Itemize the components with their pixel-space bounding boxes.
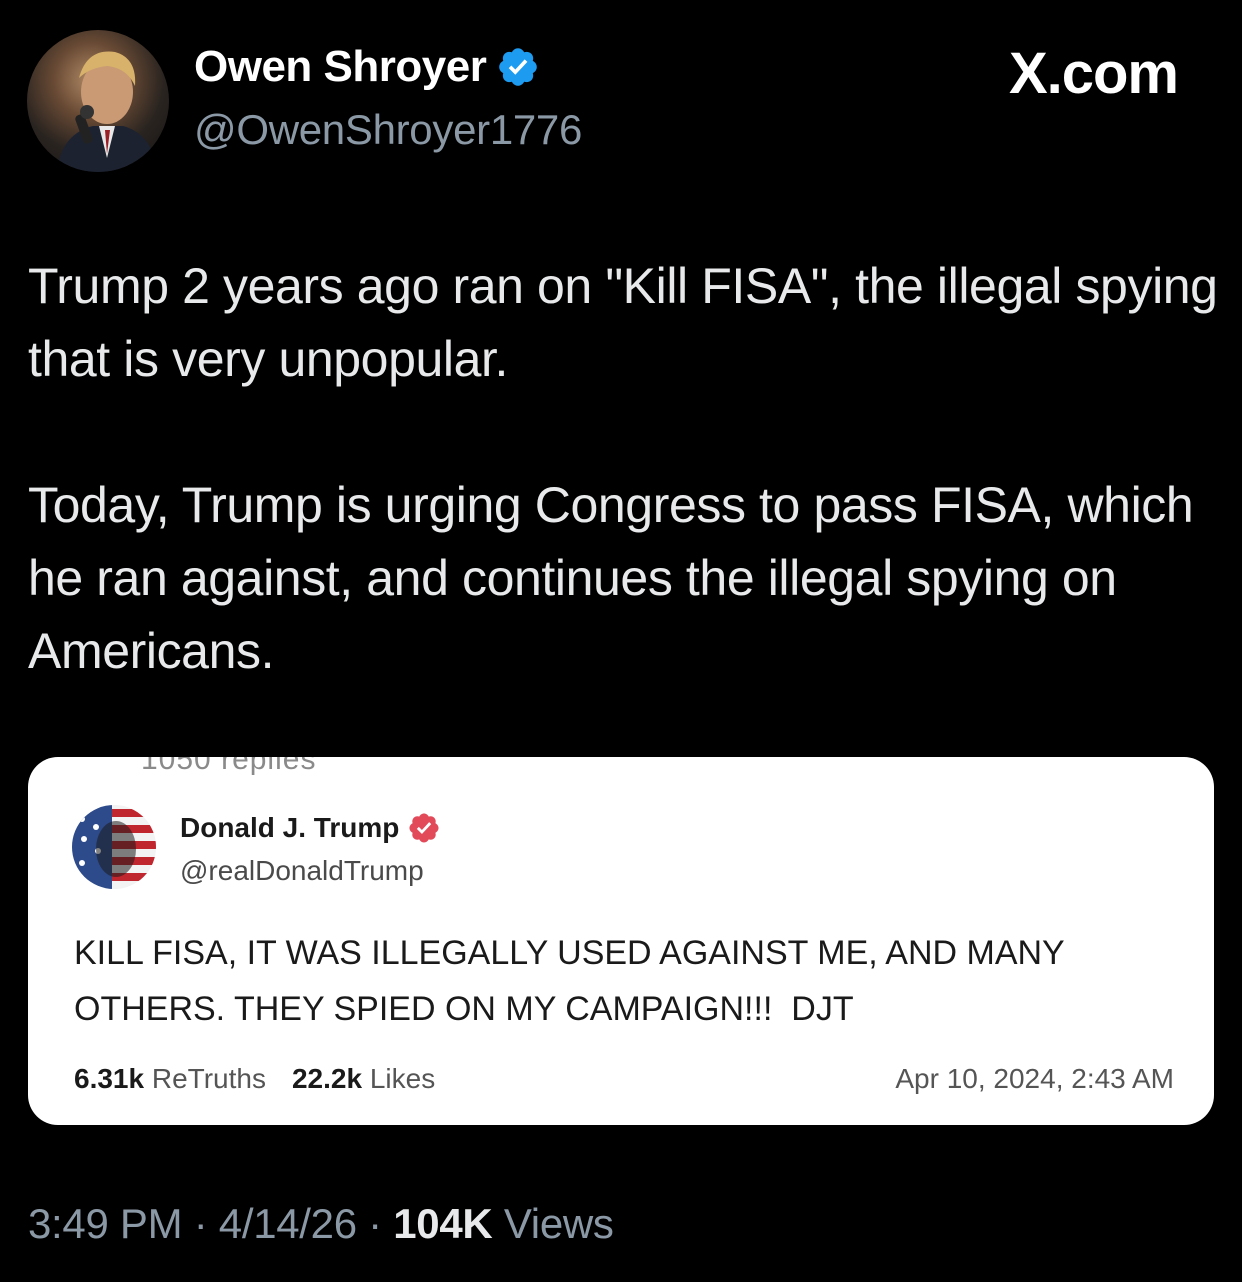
quoted-name-row: Donald J. Trump — [180, 811, 441, 845]
tweet-paragraph: Trump 2 years ago ran on "Kill FISA", th… — [28, 258, 1218, 387]
profile-photo-icon — [72, 805, 156, 889]
tweet-paragraph: Today, Trump is urging Congress to pass … — [28, 477, 1194, 679]
retruths-stat: 6.31k ReTruths — [74, 1063, 266, 1095]
quoted-post-card[interactable]: 1050 replies Donald J. Trump @realDonald… — [28, 757, 1214, 1125]
likes-stat: 22.2k Likes — [292, 1063, 435, 1095]
likes-label: Likes — [369, 1063, 436, 1094]
quoted-stats: 6.31k ReTruths 22.2k Likes — [74, 1063, 435, 1095]
tweet-text: Trump 2 years ago ran on "Kill FISA", th… — [28, 250, 1218, 688]
quoted-post-text: KILL FISA, IT WAS ILLEGALLY USED AGAINST… — [74, 934, 1074, 1028]
tweet-time[interactable]: 3:49 PM — [28, 1200, 183, 1247]
views-label: Views — [503, 1200, 614, 1247]
retruths-label: ReTruths — [151, 1063, 266, 1094]
verified-badge-icon — [499, 48, 538, 86]
profile-photo-icon — [57, 51, 157, 172]
quoted-cutoff-text: 1050 replies — [141, 757, 317, 776]
verified-badge-icon — [409, 813, 439, 843]
author-handle[interactable]: @OwenShroyer1776 — [194, 106, 582, 154]
quoted-timestamp: Apr 10, 2024, 2:43 AM — [895, 1063, 1174, 1094]
quoted-display-name: Donald J. Trump — [180, 812, 400, 843]
meta-separator: · — [182, 1200, 219, 1247]
likes-count: 22.2k — [291, 1063, 363, 1094]
retruths-count: 6.31k — [74, 1063, 145, 1094]
x-com-watermark: X.com — [1008, 41, 1179, 106]
tweet-meta: 3:49 PM · 4/14/26 · 104K Views — [28, 1200, 614, 1248]
views-count[interactable]: 104K — [393, 1200, 493, 1247]
tweet-date[interactable]: 4/14/26 — [219, 1200, 357, 1247]
meta-separator: · — [356, 1200, 394, 1247]
quoted-avatar — [72, 805, 156, 889]
author-avatar[interactable] — [27, 30, 169, 172]
author-display-name[interactable]: Owen Shroyer — [194, 42, 487, 92]
author-name-row: Owen Shroyer — [194, 42, 540, 92]
quoted-handle: @realDonaldTrump — [180, 855, 424, 886]
